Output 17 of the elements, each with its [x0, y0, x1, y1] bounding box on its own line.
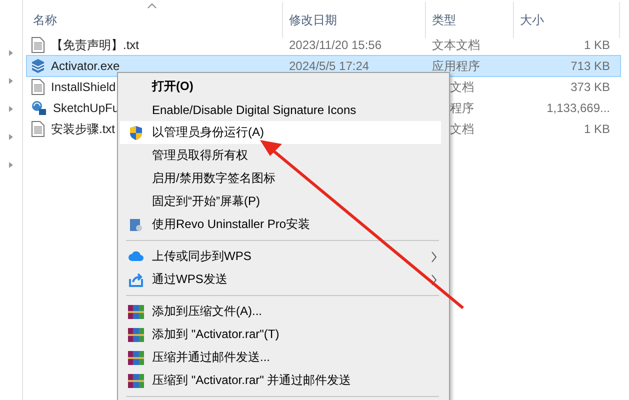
- file-size: 1 KB: [584, 38, 610, 52]
- file-name: SketchUpFu: [53, 101, 120, 115]
- file-size: 713 KB: [570, 59, 610, 73]
- file-type: 文本文档: [432, 38, 480, 52]
- file-name: 【免责声明】.txt: [51, 36, 140, 54]
- file-size: 1,133,669...: [546, 101, 610, 115]
- file-type: 文档: [450, 80, 474, 94]
- file-name: 安装步骤.txt: [51, 120, 116, 138]
- file-size: 373 KB: [570, 80, 610, 94]
- file-name: Activator.exe: [51, 59, 120, 73]
- file-name: InstallShield: [51, 80, 116, 94]
- file-type: 应用程序: [432, 58, 480, 72]
- file-type: 程序: [450, 100, 474, 114]
- file-date: 2023/11/20 15:56: [289, 38, 382, 52]
- file-type: 文档: [450, 122, 474, 136]
- file-size: 1 KB: [584, 122, 610, 136]
- file-date: 2024/5/5 17:24: [289, 59, 370, 73]
